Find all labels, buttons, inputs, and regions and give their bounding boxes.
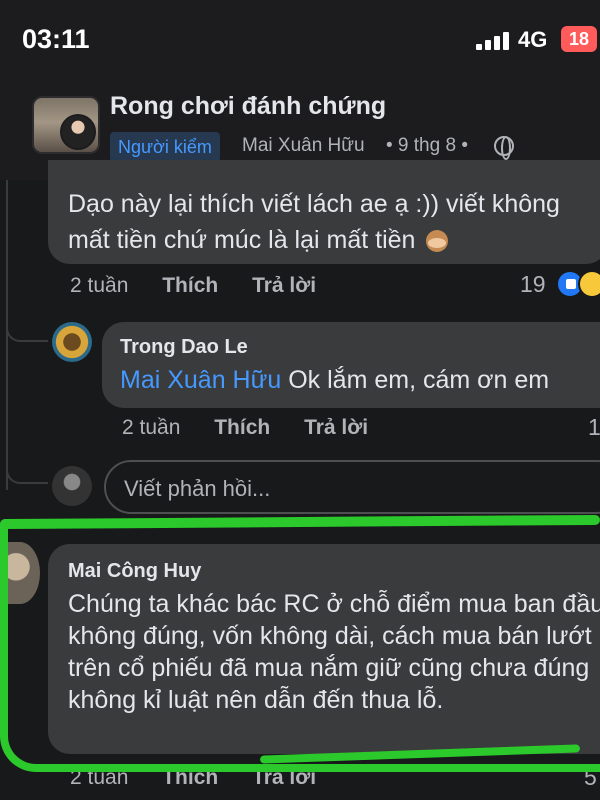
see-no-evil-monkey-icon <box>422 228 452 254</box>
comment-bubble: Mai Công Huy Chúng ta khác bác RC ở chỗ … <box>48 544 600 754</box>
author-avatar[interactable] <box>60 114 96 150</box>
reply-placeholder: Viết phản hồi... <box>124 476 271 501</box>
comment-actions: 2 tuần Thích Trả lời <box>122 416 396 440</box>
post-author[interactable]: Mai Xuân Hữu <box>242 135 365 157</box>
network-label: 4G <box>518 27 548 52</box>
current-user-avatar <box>52 466 92 506</box>
like-button[interactable]: Thích <box>214 416 270 439</box>
comment-actions: 2 tuần Thích Trả lời <box>70 274 344 298</box>
thread-branch <box>6 320 48 342</box>
comment-author[interactable]: Mai Công Huy <box>68 560 201 583</box>
reply-button[interactable]: Trả lời <box>304 416 368 439</box>
like-button[interactable]: Thích <box>162 274 218 297</box>
comment-time: 2 tuần <box>70 274 129 297</box>
highlight-stroke <box>0 514 600 530</box>
globe-icon <box>494 136 514 160</box>
reaction-count[interactable]: 1 <box>588 414 600 441</box>
group-name[interactable]: Rong chơi đánh chứng <box>110 92 386 121</box>
thread-branch <box>6 462 48 484</box>
signal-icon <box>476 30 512 50</box>
comment-text: Dạo này lại thích viết lách ae ạ :)) viế… <box>68 190 560 254</box>
comment-bubble: Trong Dao Le Mai Xuân Hữu Ok lắm em, cám… <box>102 322 600 408</box>
group-avatar[interactable] <box>32 96 100 154</box>
avatar[interactable] <box>52 322 92 362</box>
comment-author[interactable]: Trong Dao Le <box>120 336 248 359</box>
reply-button[interactable]: Trả lời <box>252 274 316 297</box>
reply-input[interactable]: Viết phản hồi... <box>104 460 600 514</box>
reaction-count[interactable]: 19 <box>520 271 546 298</box>
comment-text: Mai Xuân Hữu Ok lắm em, cám ơn em <box>120 366 550 394</box>
comment-text: Chúng ta khác bác RC ở chỗ điểm mua ban … <box>68 590 600 714</box>
post-meta: • 9 thg 8 • <box>386 135 468 156</box>
comment-bubble: Dạo này lại thích viết lách ae ạ :)) viế… <box>48 160 600 264</box>
moderator-badge: Người kiểm <box>110 132 220 162</box>
comment-time: 2 tuần <box>122 416 181 439</box>
status-bar: 03:11 4G 18 <box>0 0 600 80</box>
highlight-stroke <box>0 520 8 740</box>
status-time: 03:11 <box>22 24 90 54</box>
mention-link[interactable]: Mai Xuân Hữu <box>120 366 281 394</box>
battery-icon: 18 <box>561 26 597 52</box>
haha-reaction-icon[interactable] <box>578 270 600 298</box>
